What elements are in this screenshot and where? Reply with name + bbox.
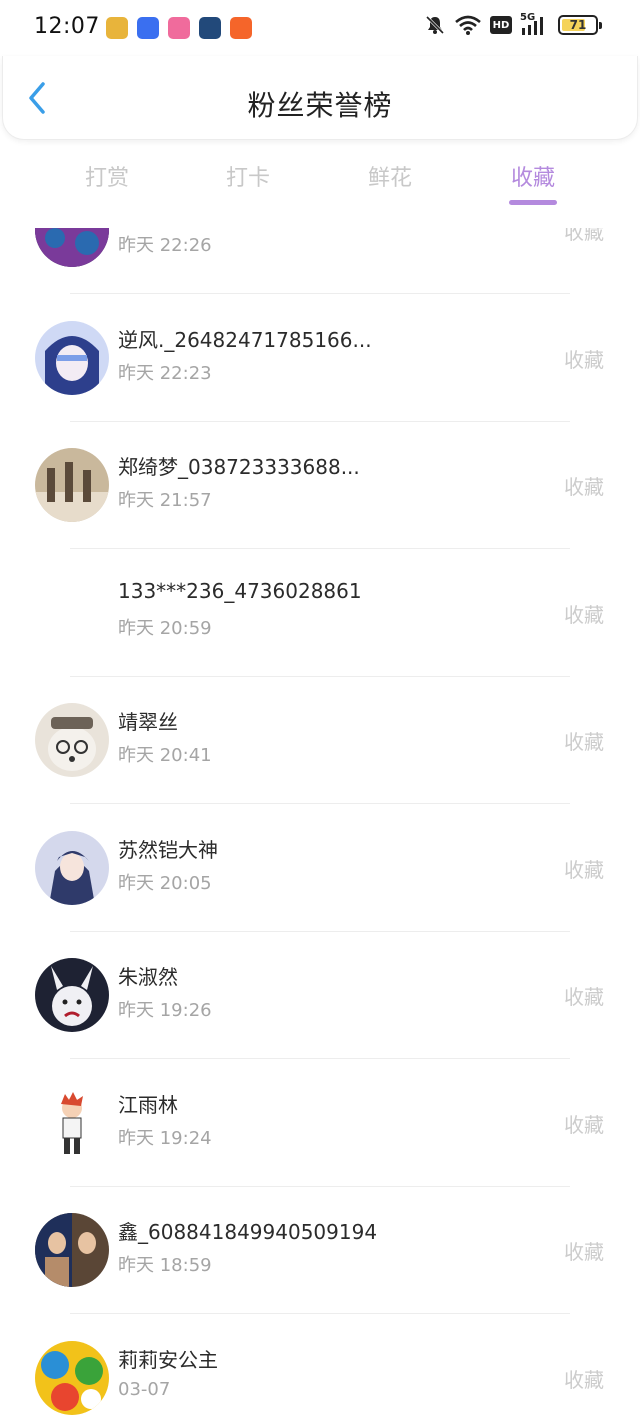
tab-favorites[interactable]: 收藏: [473, 160, 593, 205]
favorite-time: 昨天 21:57: [118, 490, 212, 511]
group-photo-avatar[interactable]: [35, 448, 109, 522]
battery-level: 71: [569, 18, 587, 32]
user-name: 逆风._26482471785166...: [118, 327, 372, 352]
action-label: 收藏: [564, 1367, 604, 1392]
status-indicators: HD 5G 71: [424, 12, 602, 36]
header: 粉丝荣誉榜: [2, 56, 638, 140]
favorite-time: 昨天 22:26: [118, 235, 212, 256]
list-item[interactable]: 苏然铠大神昨天 20:05 收藏: [0, 804, 640, 932]
battery-icon: 71: [558, 15, 602, 35]
list-item[interactable]: 133***236_4736028861 昨天 20:59 收藏: [0, 549, 640, 677]
favorite-time: 昨天 19:24: [118, 1127, 212, 1149]
movie-heroes-avatar[interactable]: [35, 1213, 109, 1287]
tab-label: 打卡: [225, 166, 270, 191]
mute-bell-icon: [425, 15, 445, 35]
kuaishou-app-icon: [230, 17, 252, 39]
battery-tip: [599, 22, 602, 29]
tab-reward[interactable]: 打赏: [47, 160, 167, 192]
action-label: 收藏: [564, 730, 604, 754]
list-item[interactable]: 朱淑然昨天 19:26 收藏: [0, 931, 640, 1059]
action-label: 收藏: [564, 347, 604, 372]
anime-boy-avatar[interactable]: [35, 320, 109, 395]
cartoon-rabbit-avatar[interactable]: [35, 958, 109, 1032]
user-name: 靖翠丝: [118, 710, 178, 734]
wifi-icon: [455, 15, 481, 35]
bilibili-app-icon: [168, 17, 190, 39]
tab-flowers[interactable]: 鲜花: [330, 160, 450, 192]
status-time: 12:07: [34, 14, 100, 39]
dog-with-glasses-avatar[interactable]: [35, 703, 109, 777]
action-label: 收藏: [564, 985, 604, 1009]
list-item[interactable]: 郑绮梦_038723333688... 昨天 21:57 收藏: [0, 421, 640, 549]
user-name: 133***236_4736028861: [118, 578, 362, 603]
favorite-time: 昨天 22:23: [118, 362, 212, 384]
status-bar: 12:07 HD 5G 71: [0, 0, 640, 58]
game-app-icon: [106, 17, 128, 39]
active-tab-indicator: [509, 200, 557, 205]
camera-app-icon: [199, 17, 221, 39]
favorite-time: 昨天 20:41: [118, 745, 212, 766]
action-label: 收藏: [564, 602, 604, 627]
user-name: 江雨林: [118, 1092, 178, 1117]
favorite-time: 昨天 19:26: [118, 1000, 212, 1021]
notification-app-icons: [106, 17, 252, 39]
list-item[interactable]: 逆风._26482471785166... 昨天 22:23 收藏: [0, 294, 640, 422]
fan-list: 昨天 22:26 收藏 逆风._26482471785166... 昨天 22:23 收…: [0, 228, 640, 1422]
avatar-blank[interactable]: [35, 576, 109, 650]
list-item[interactable]: 莉莉安公主 03-07 收藏: [0, 1314, 640, 1422]
user-name: 莉莉安公主: [118, 1347, 218, 1372]
page-title: 粉丝荣誉榜: [247, 89, 393, 122]
hd-label: HD: [492, 19, 510, 31]
user-name: 朱淑然: [118, 965, 178, 989]
chibi-character-avatar[interactable]: [35, 1085, 109, 1160]
tab-bar: 打赏 打卡 鲜花 收藏: [0, 150, 640, 210]
hd-badge: HD: [490, 16, 512, 34]
colorful-cartoon-avatar[interactable]: [35, 1340, 109, 1415]
favorite-time: 昨天 18:59: [118, 1255, 212, 1276]
user-name: 郑绮梦_038723333688...: [118, 455, 360, 479]
action-label: 收藏: [564, 1112, 604, 1137]
user-name: 鑫_608841849940509194: [118, 1220, 378, 1244]
signal-bars-icon: [522, 17, 543, 35]
action-label: 收藏: [564, 1240, 604, 1264]
dark-crowd-avatar[interactable]: [35, 228, 109, 267]
user-name: 苏然铠大神: [118, 837, 218, 862]
tab-label: 鲜花: [367, 166, 412, 191]
tab-label: 打赏: [84, 166, 129, 191]
list-item[interactable]: 江雨林昨天 19:24 收藏: [0, 1059, 640, 1187]
action-label: 收藏: [564, 475, 604, 499]
baidu-app-icon: [137, 17, 159, 39]
action-label: 收藏: [564, 857, 604, 882]
tab-label: 收藏: [510, 166, 555, 191]
list-item[interactable]: 鑫_608841849940509194 昨天 18:59 收藏: [0, 1186, 640, 1314]
action-label: 收藏: [564, 228, 604, 244]
anime-character-avatar[interactable]: [35, 830, 109, 905]
tab-checkin[interactable]: 打卡: [188, 160, 308, 192]
signal-5g-indicator: 5G: [520, 12, 550, 36]
favorite-time: 昨天 20:05: [118, 872, 212, 894]
favorite-time: 03-07: [118, 1378, 171, 1400]
list-item[interactable]: 昨天 22:26 收藏: [0, 228, 640, 294]
list-item[interactable]: 靖翠丝昨天 20:41 收藏: [0, 676, 640, 804]
favorite-time: 昨天 20:59: [118, 617, 212, 639]
